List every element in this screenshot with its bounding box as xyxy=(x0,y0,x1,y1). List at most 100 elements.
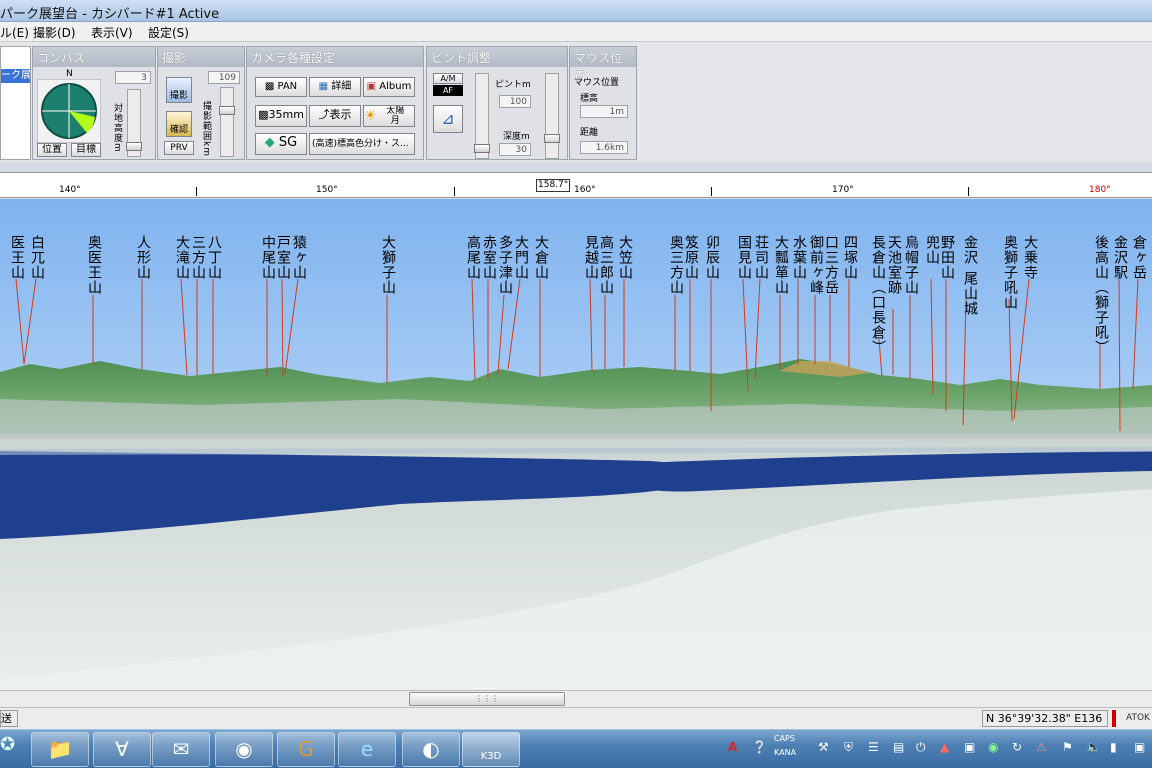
speaker-icon[interactable]: 🔈 xyxy=(1086,740,1101,754)
sun-moon-button[interactable]: ☀ 太陽 月 xyxy=(363,105,415,127)
power-icon[interactable]: ⏻ xyxy=(916,740,926,755)
album-button[interactable]: ▣ Album xyxy=(363,77,415,97)
mouse-panel-title: マウス位置 xyxy=(570,47,636,82)
height-field[interactable]: 3 xyxy=(115,71,151,84)
sg-button[interactable]: ◆ SG xyxy=(255,133,307,155)
app-tray-icon[interactable]: ▣ xyxy=(964,740,975,754)
pan-button[interactable]: ▩ PAN xyxy=(255,77,307,97)
focus-slider-knob[interactable] xyxy=(474,144,490,153)
tool-icon[interactable]: ⚒ xyxy=(818,740,829,754)
azimuth-ruler[interactable]: 140° 150° 160° 170° 180° 158.7° xyxy=(0,172,1152,198)
menu-edit[interactable]: ル(E) xyxy=(0,24,29,41)
depth-slider-knob[interactable] xyxy=(544,134,560,143)
detail-button[interactable]: ▦ 詳細 xyxy=(309,77,361,97)
flag-icon[interactable]: ⚑ xyxy=(1062,740,1073,754)
g-icon[interactable]: G xyxy=(277,732,335,767)
start-icon[interactable]: ✪ xyxy=(0,734,20,764)
mountain-label: 赤室山 xyxy=(481,235,497,280)
doc-icon[interactable]: ▤ xyxy=(893,740,904,754)
mountain-label: 大笠山 xyxy=(617,235,633,280)
mountain-label: 尾山城 xyxy=(962,271,978,316)
range-field[interactable]: 109 xyxy=(208,71,240,84)
mountain-label: 口三方岳 xyxy=(823,235,839,295)
taskbar: ✪ 📁 ∀ ✉ ◉ G e ◐ K3D A ❔ CAPS KANA ⚒ ⛨ ☰ … xyxy=(0,729,1152,768)
horizontal-scrollbar[interactable]: ⋮⋮⋮ xyxy=(0,690,1152,707)
firefox-icon[interactable]: ◉ xyxy=(215,732,273,767)
help-icon[interactable]: ❔ xyxy=(752,740,767,754)
position-button[interactable]: 位置 xyxy=(37,143,67,157)
pdf-icon[interactable]: ▲ xyxy=(940,740,949,754)
mountain-label: 奥医王山 xyxy=(86,235,102,295)
location-list[interactable]: ーク展 xyxy=(0,46,31,160)
network-icon[interactable]: ◉ xyxy=(988,740,998,754)
sun-moon-label: 太陽 月 xyxy=(386,106,405,126)
focus-slider[interactable] xyxy=(474,73,490,159)
elevation-field: 1m xyxy=(580,105,628,118)
pint-field[interactable]: 100 xyxy=(499,95,531,108)
lens-icon: ▩ xyxy=(258,108,269,121)
mountain-label: 烏帽子山 xyxy=(903,235,919,295)
mountain-label: 大門山 xyxy=(513,235,529,280)
range-slider[interactable] xyxy=(219,87,235,157)
compass-dial[interactable] xyxy=(37,79,101,143)
camera-icon: ▩ xyxy=(264,81,278,92)
chat-icon[interactable]: ☰ xyxy=(868,740,879,754)
ime-indicator: ATOK xyxy=(1112,710,1152,727)
album-button-label: Album xyxy=(379,81,412,92)
scrollbar-thumb[interactable]: ⋮⋮⋮ xyxy=(409,692,565,706)
app-icon[interactable]: ∀ xyxy=(93,732,151,767)
mountain-label: 兜山 xyxy=(924,235,940,265)
distance-label: 距離 xyxy=(580,128,599,138)
focus-target-button[interactable]: ⊿ xyxy=(433,105,463,133)
depth-slider[interactable] xyxy=(544,73,560,159)
mountain-label: 天池室跡 xyxy=(886,235,902,295)
acrobat-icon[interactable]: A xyxy=(728,740,737,754)
prv-button[interactable]: PRV xyxy=(164,141,194,155)
mountain-label: 人形山 xyxy=(135,235,151,280)
coordinate-readout: N 36°39'32.38" E136 xyxy=(982,710,1108,727)
display-tray-icon[interactable]: ▣ xyxy=(1134,740,1145,754)
focal-length-button[interactable]: ▩35mm xyxy=(255,105,307,127)
mountain-label: 白兀山 xyxy=(29,235,45,280)
ruler-label-140: 140° xyxy=(59,185,81,195)
globe-icon[interactable]: ◐ xyxy=(402,732,460,767)
color-mode-button[interactable]: (高速)標高色分け・ス... xyxy=(309,133,415,155)
menu-shoot[interactable]: 撮影(D) xyxy=(33,24,76,41)
display-button[interactable]: ⤴表示 xyxy=(309,105,361,127)
shield-icon[interactable]: ⛨ xyxy=(844,740,853,755)
mountain-label: 倉ヶ岳 xyxy=(1131,235,1147,280)
depth-field[interactable]: 30 xyxy=(499,143,531,156)
sync-icon[interactable]: ↻ xyxy=(1012,740,1022,754)
mountain-label: 中尾山 xyxy=(260,235,276,280)
crosshair-icon: ⊿ xyxy=(441,109,455,128)
menu-view[interactable]: 表示(V) xyxy=(91,24,133,41)
confirm-button[interactable]: 確認 xyxy=(166,111,192,137)
am-toggle[interactable]: A/M xyxy=(433,73,463,84)
range-slider-knob[interactable] xyxy=(219,106,235,115)
caps-indicator: CAPS xyxy=(774,734,795,743)
panorama-view[interactable]: 医王山 白兀山 奥医王山 人形山 大滝山 三方山 八丁山 中尾山 戸室山 猿ヶ山… xyxy=(0,199,1152,690)
battery-icon[interactable]: ▮ xyxy=(1110,740,1117,754)
alert-icon[interactable]: ⚠ xyxy=(1036,740,1047,754)
height-slider[interactable] xyxy=(126,89,142,157)
shoot-button[interactable]: 撮影 xyxy=(166,77,192,103)
mail-icon[interactable]: ✉ xyxy=(152,732,210,767)
location-list-item[interactable]: ーク展 xyxy=(1,69,30,83)
send-button[interactable]: 送る xyxy=(0,710,18,727)
af-indicator: AF xyxy=(433,85,463,96)
mountain-label: 三方山 xyxy=(190,235,206,280)
height-slider-knob[interactable] xyxy=(126,142,142,151)
mountain-label: 笈原山 xyxy=(683,235,699,280)
explorer-icon[interactable]: 📁 xyxy=(31,732,89,767)
ruler-label-170: 170° xyxy=(832,185,854,195)
mountain-label: 戸室山 xyxy=(275,235,291,280)
terrain-render xyxy=(0,199,1152,690)
mountain-label: 高尾山 xyxy=(465,235,481,280)
target-button[interactable]: 目標 xyxy=(71,143,101,157)
k3d-icon[interactable]: K3D xyxy=(462,732,520,767)
confirm-button-label: 確認 xyxy=(169,125,188,135)
mountain-label: 水葉山 xyxy=(791,235,807,280)
mountain-label: 八丁山 xyxy=(206,235,222,280)
ie-icon[interactable]: e xyxy=(338,732,396,767)
menu-settings[interactable]: 設定(S) xyxy=(148,24,189,41)
